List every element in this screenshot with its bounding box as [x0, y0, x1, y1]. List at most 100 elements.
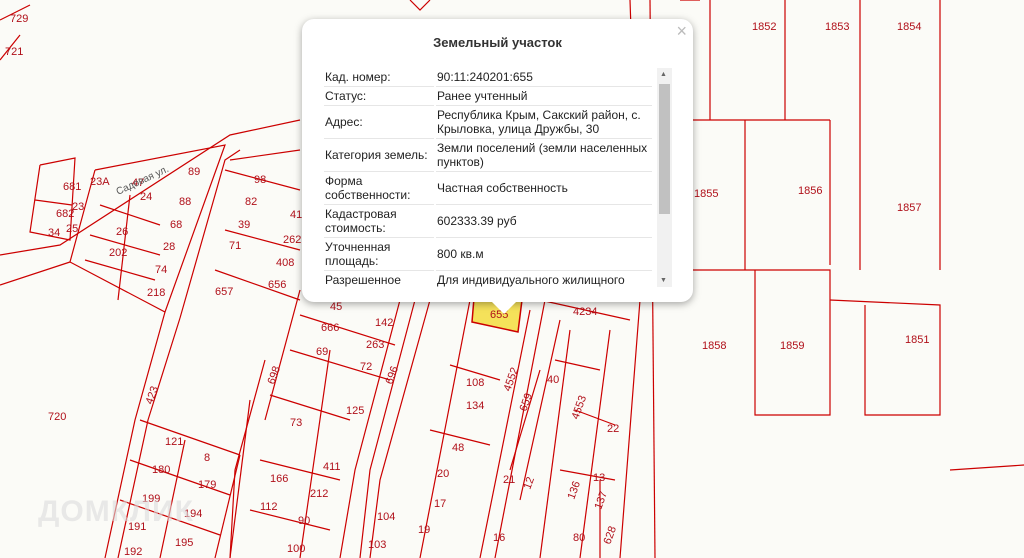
scrollbar-thumb[interactable]	[659, 84, 670, 214]
parcel-label[interactable]: 23	[72, 201, 84, 213]
parcel-label[interactable]: 112	[260, 501, 278, 513]
parcel-label[interactable]: 125	[346, 405, 364, 417]
parcel-label[interactable]: 74	[155, 264, 167, 276]
parcel-label[interactable]: 137	[593, 490, 611, 511]
parcel-label[interactable]: 180	[152, 464, 170, 476]
parcel-label[interactable]: 136	[566, 480, 584, 501]
parcel-label[interactable]: 82	[245, 196, 257, 208]
parcel-label[interactable]: 408	[276, 257, 294, 269]
parcel-label[interactable]: 26	[116, 226, 128, 238]
parcel-label[interactable]: 195	[175, 537, 193, 549]
parcel-label[interactable]: 34	[48, 227, 60, 239]
parcel-label[interactable]: 8	[204, 452, 210, 464]
parcel-label[interactable]: 17	[434, 498, 446, 510]
parcel-label[interactable]: 1851	[905, 334, 929, 346]
parcel-label[interactable]: 720	[48, 411, 66, 423]
parcel-label[interactable]: 40	[547, 374, 559, 386]
parcel-label[interactable]: 71	[229, 240, 241, 252]
info-row: Уточненная площадь: 800 кв.м	[324, 238, 652, 271]
parcel-boundary	[479, 309, 531, 558]
parcel-label[interactable]: 1854	[897, 21, 921, 33]
parcel-label[interactable]: 103	[368, 539, 386, 551]
parcel-label[interactable]: 681	[63, 181, 81, 193]
scroll-down-icon[interactable]: ▼	[660, 277, 667, 284]
parcel-label[interactable]: 39	[238, 219, 250, 231]
parcel-label[interactable]: 1855	[694, 188, 718, 200]
parcel-label[interactable]: 4234	[573, 306, 597, 318]
parcel-label[interactable]: 19	[418, 524, 430, 536]
info-row: Форма собственности: Частная собственност…	[324, 172, 652, 205]
parcel-label[interactable]: 1858	[702, 340, 726, 352]
parcel-boundary	[84, 259, 156, 281]
parcel-label[interactable]: 729	[10, 13, 28, 25]
info-key: Адрес:	[324, 106, 434, 139]
info-value: Республика Крым, Сакский район, с. Крыло…	[436, 106, 652, 139]
parcel-label[interactable]: 73	[290, 417, 302, 429]
parcel-label[interactable]: 1857	[897, 202, 921, 214]
parcel-label[interactable]: 666	[321, 322, 339, 334]
scrollbar[interactable]: ▲ ▼	[657, 68, 672, 287]
parcel-label[interactable]: 166	[270, 473, 288, 485]
parcel-label[interactable]: 90	[298, 515, 310, 527]
parcel-label[interactable]: 656	[268, 279, 286, 291]
parcel-label[interactable]: 16	[493, 532, 505, 544]
parcel-label[interactable]: 89	[188, 166, 200, 178]
parcel-label[interactable]: 25	[66, 223, 78, 235]
parcel-label[interactable]: 4552	[502, 366, 522, 393]
parcel-boundary	[229, 399, 251, 558]
parcel-label[interactable]: 696	[384, 365, 402, 386]
parcel-label[interactable]: 108	[466, 377, 484, 389]
parcel-label[interactable]: 218	[147, 287, 165, 299]
parcel-label[interactable]: 13	[593, 472, 605, 484]
parcel-label[interactable]: 98	[254, 174, 266, 186]
parcel-label[interactable]: 698	[266, 365, 284, 386]
parcel-label[interactable]: 263	[366, 339, 384, 351]
parcel-label[interactable]: 72	[360, 361, 372, 373]
parcel-label[interactable]: 20	[437, 468, 449, 480]
info-row: Кадастровая стоимость: 602333.39 руб	[324, 205, 652, 238]
parcel-label[interactable]: 212	[310, 488, 328, 500]
parcel-label[interactable]: 721	[5, 46, 23, 58]
parcel-label[interactable]: 134	[466, 400, 484, 412]
parcel-label[interactable]: 80	[573, 532, 585, 544]
parcel-label[interactable]: 23А	[90, 176, 110, 188]
parcel-label[interactable]: 202	[109, 247, 127, 259]
parcel-label[interactable]: 69	[316, 346, 328, 358]
parcel-info-table: Кад. номер: 90:11:240201:655 Статус: Ранее …	[322, 68, 654, 287]
parcel-label[interactable]: 21	[503, 474, 515, 486]
parcel-label[interactable]: 28	[163, 241, 175, 253]
parcel-label[interactable]: 4553	[570, 394, 590, 421]
info-value: Земли поселений (земли населенных пункто…	[436, 139, 652, 172]
parcel-label[interactable]: 1856	[798, 185, 822, 197]
parcel-label[interactable]: 1852	[752, 21, 776, 33]
parcel-label[interactable]: 657	[215, 286, 233, 298]
scroll-up-icon[interactable]: ▲	[660, 71, 667, 78]
parcel-label[interactable]: 12	[522, 475, 537, 491]
info-row: Категория земель: Земли поселений (земли …	[324, 139, 652, 172]
parcel-label[interactable]: 628	[602, 525, 620, 546]
parcel-label[interactable]: 24	[140, 191, 152, 203]
parcel-label[interactable]: 104	[377, 511, 395, 523]
parcel-label[interactable]: 68	[170, 219, 182, 231]
parcel-label[interactable]: 45	[330, 301, 342, 313]
parcel-label[interactable]: 423	[144, 385, 162, 406]
parcel-label[interactable]: 411	[323, 461, 341, 473]
parcel-label[interactable]: 192	[124, 546, 142, 558]
parcel-label[interactable]: 262	[283, 234, 301, 246]
parcel-label[interactable]: 1853	[825, 21, 849, 33]
parcel-label[interactable]: 100	[287, 543, 305, 555]
parcel-label[interactable]: 121	[165, 436, 183, 448]
parcel-boundary	[264, 289, 301, 421]
parcel-label[interactable]: 88	[179, 196, 191, 208]
parcel-label[interactable]: 659	[518, 392, 536, 413]
parcel-label[interactable]: 1859	[780, 340, 804, 352]
parcel-label[interactable]: 48	[452, 442, 464, 454]
popup-scroll-area[interactable]: Кад. номер: 90:11:240201:655 Статус: Ранее …	[322, 68, 672, 287]
info-value: 800 кв.м	[436, 238, 652, 271]
parcel-label[interactable]: 179	[198, 479, 216, 491]
parcel-boundary	[949, 464, 1024, 471]
parcel-label[interactable]: 22	[607, 423, 619, 435]
parcel-label[interactable]: 142	[375, 317, 393, 329]
parcel-boundary	[0, 261, 71, 286]
parcel-boundary	[139, 419, 241, 456]
